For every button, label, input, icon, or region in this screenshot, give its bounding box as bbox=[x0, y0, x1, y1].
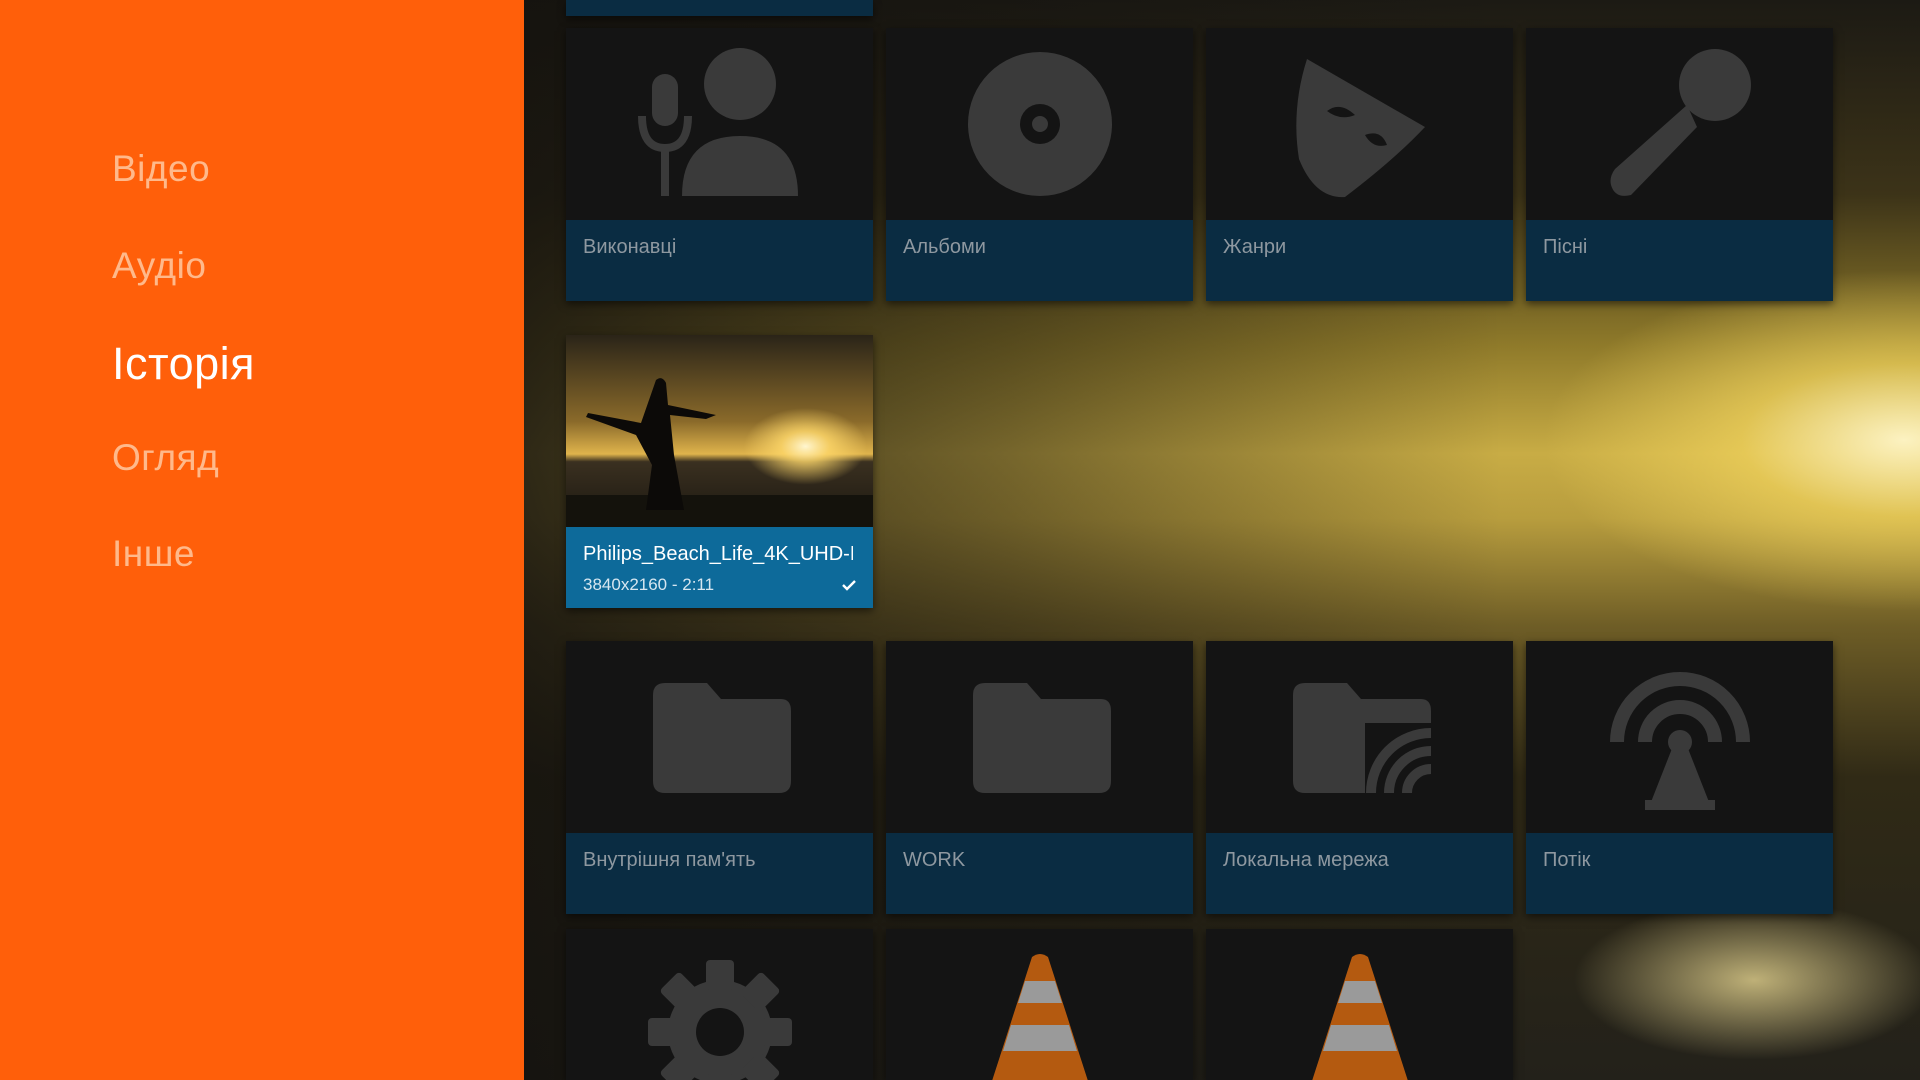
history-item-card[interactable]: Philips_Beach_Life_4K_UHD-HDR 3840x2160 … bbox=[566, 335, 873, 608]
vlc-cone-icon bbox=[991, 954, 1088, 1080]
card-artists[interactable]: Виконавці bbox=[566, 28, 873, 301]
check-icon bbox=[842, 580, 856, 591]
sidebar: Відео Аудіо Історія Огляд Інше bbox=[0, 0, 524, 1080]
card-genres[interactable]: Жанри bbox=[1206, 28, 1513, 301]
history-item-title: Philips_Beach_Life_4K_UHD-HDR bbox=[583, 543, 853, 565]
card-work[interactable]: WORK bbox=[886, 641, 1193, 914]
card-title: Внутрішня пам'ять bbox=[583, 849, 756, 871]
card-local-network[interactable]: Локальна мережа bbox=[1206, 641, 1513, 914]
stream-antenna-icon bbox=[1609, 672, 1750, 810]
album-disc-icon bbox=[967, 52, 1112, 196]
card-title: Потік bbox=[1543, 849, 1591, 871]
video-thumbnail bbox=[566, 335, 873, 527]
nav-item-history[interactable]: Історія bbox=[112, 338, 255, 390]
nav-item-other[interactable]: Інше bbox=[112, 533, 195, 575]
genre-mask-icon bbox=[1295, 59, 1425, 198]
history-item-meta: 3840x2160 - 2:11 bbox=[583, 575, 715, 594]
card-title: Пісні bbox=[1543, 236, 1588, 258]
song-mic-icon bbox=[1610, 49, 1751, 196]
card-vlc-1[interactable] bbox=[886, 929, 1193, 1080]
nav-item-video[interactable]: Відео bbox=[112, 148, 210, 190]
card-vlc-2[interactable] bbox=[1206, 929, 1513, 1080]
card-settings[interactable] bbox=[566, 929, 873, 1080]
card-title: Жанри bbox=[1223, 236, 1287, 258]
card-title: Локальна мережа bbox=[1223, 849, 1389, 871]
vlc-cone-icon bbox=[1311, 954, 1408, 1080]
settings-gear-icon bbox=[647, 960, 792, 1080]
folder-icon bbox=[652, 683, 791, 793]
partial-card-above[interactable] bbox=[566, 0, 873, 16]
card-title: Альбоми bbox=[903, 236, 986, 258]
network-folder-icon bbox=[1292, 683, 1435, 797]
nav-item-audio[interactable]: Аудіо bbox=[112, 245, 206, 287]
card-title: Виконавці bbox=[583, 236, 677, 258]
card-title: WORK bbox=[903, 849, 966, 871]
nav-item-browse[interactable]: Огляд bbox=[112, 437, 219, 479]
artist-mic-icon bbox=[637, 48, 798, 196]
card-internal-memory[interactable]: Внутрішня пам'ять bbox=[566, 641, 873, 914]
card-albums[interactable]: Альбоми bbox=[886, 28, 1193, 301]
card-songs[interactable]: Пісні bbox=[1526, 28, 1833, 301]
card-stream[interactable]: Потік bbox=[1526, 641, 1833, 914]
folder-icon bbox=[972, 683, 1111, 793]
